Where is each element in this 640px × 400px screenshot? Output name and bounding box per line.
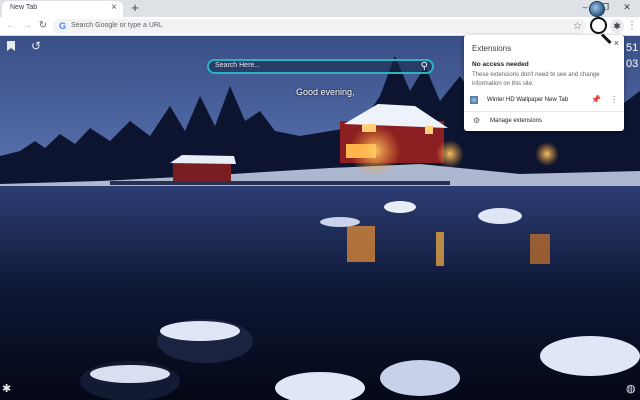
extension-row[interactable]: Winter HD Wallpaper New Tab 📌 ⋮: [464, 93, 624, 107]
browser-menu-icon[interactable]: ⋮: [627, 19, 637, 33]
pin-icon[interactable]: 📌: [591, 95, 601, 104]
globe-icon[interactable]: ◍: [626, 382, 636, 395]
extension-menu-icon[interactable]: ⋮: [610, 95, 618, 104]
back-button[interactable]: ←: [4, 19, 18, 33]
tab-strip: New Tab × + – ❐ ✕: [0, 0, 640, 17]
popup-title: Extensions: [472, 44, 512, 53]
omnibox-placeholder: Search Google or type a URL: [71, 22, 163, 29]
close-window-button[interactable]: ✕: [620, 1, 634, 13]
manage-extensions-label: Manage extensions: [490, 118, 543, 124]
extensions-puzzle-icon[interactable]: ✱: [610, 19, 624, 33]
settings-icon[interactable]: ✱: [2, 382, 11, 395]
google-icon: G: [59, 21, 67, 31]
extensions-popup: Extensions × No access needed These exte…: [464, 35, 624, 131]
greeting-text: Good evening,: [296, 87, 355, 97]
winter-extension-icon[interactable]: [589, 1, 605, 17]
forward-button[interactable]: →: [20, 19, 34, 33]
newtab-search-input[interactable]: Search Here... ⚲: [207, 59, 434, 74]
new-tab-button[interactable]: +: [128, 0, 142, 16]
popup-description: These extensions don't need to see and c…: [472, 72, 600, 87]
omnibox[interactable]: G Search Google or type a URL ☆: [53, 19, 586, 34]
toolbar: ← → ↻ G Search Google or type a URL ☆ ✱ …: [0, 17, 640, 36]
tab-new-tab[interactable]: New Tab ×: [2, 1, 123, 17]
extension-name: Winter HD Wallpaper New Tab: [487, 97, 569, 103]
search-placeholder: Search Here...: [215, 62, 261, 69]
divider: [464, 111, 624, 112]
close-icon[interactable]: ×: [111, 2, 117, 14]
gear-icon: ⚙: [473, 116, 481, 125]
clock-peek-top: 51: [626, 42, 639, 54]
tab-title: New Tab: [10, 4, 38, 11]
bookmark-star-icon[interactable]: ☆: [573, 20, 582, 33]
magnifier-cursor-icon: [590, 17, 607, 34]
history-icon[interactable]: ↺: [31, 39, 41, 53]
popup-subtitle: No access needed: [472, 61, 529, 68]
manage-extensions-button[interactable]: ⚙ Manage extensions: [464, 115, 624, 129]
extension-icon: [470, 96, 478, 104]
reload-button[interactable]: ↻: [36, 19, 50, 33]
clock-peek-bottom: 03: [626, 58, 639, 70]
close-icon[interactable]: ×: [614, 38, 619, 48]
search-icon[interactable]: ⚲: [421, 60, 428, 73]
